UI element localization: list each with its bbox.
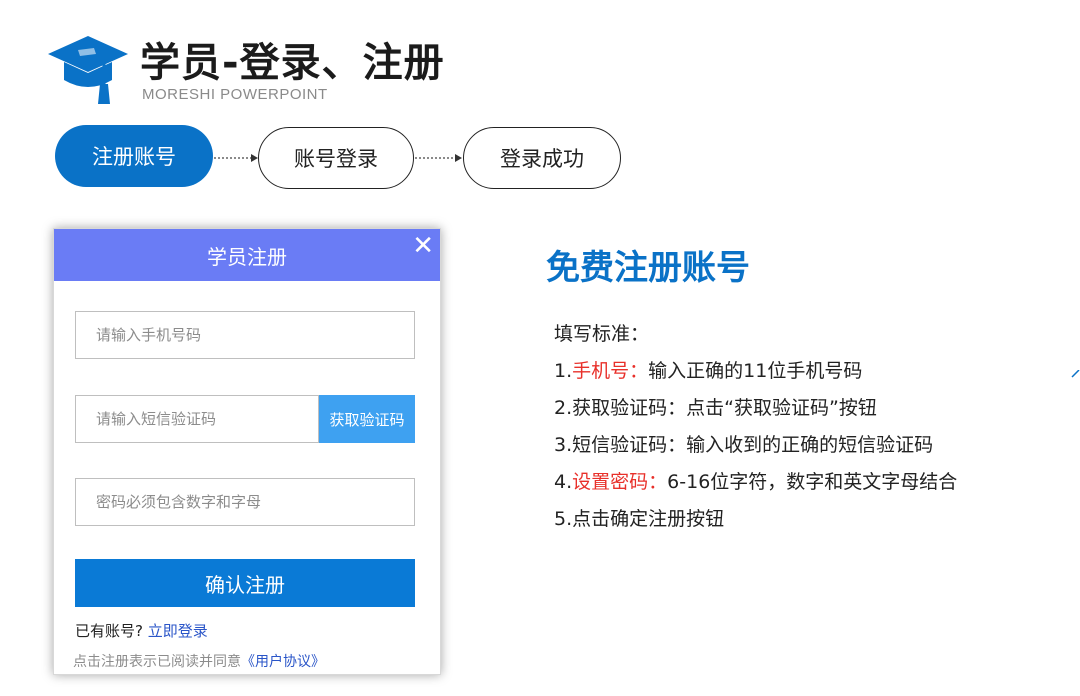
has-account-text: 已有账号? [75,622,143,640]
page-subtitle: MORESHI POWERPOINT [142,86,328,103]
item-text: 输入正确的11位手机号码 [648,360,863,382]
sms-code-input[interactable] [75,395,319,443]
step-success: 登录成功 [463,127,621,189]
info-intro: 填写标准： [554,323,650,345]
agreement-line: 点击注册表示已阅读并同意《用户协议》 [73,651,325,671]
step-login-label: 账号登录 [294,147,378,171]
list-item: 3.短信验证码：输入收到的正确的短信验证码 [554,427,957,464]
step-register-label: 注册账号 [92,145,176,169]
agreement-text: 点击注册表示已阅读并同意 [73,654,241,670]
list-item: 4.设置密码：6-16位字符，数字和英文字母结合 [554,464,957,501]
item-prefix: 1. [554,360,573,382]
arrow-right-icon [415,154,462,162]
item-text: 获取验证码：点击“获取验证码”按钮 [572,397,877,419]
item-text: 6-16位字符，数字和英文字母结合 [667,471,958,493]
password-input[interactable] [75,478,415,526]
item-prefix: 2. [554,397,573,419]
list-item: 5.点击确定注册按钮 [554,501,957,538]
dialog-title: 学员注册 [207,244,287,269]
get-code-button[interactable]: 获取验证码 [319,395,415,443]
dialog-header: 学员注册 ✕ [54,229,440,281]
item-highlight: 设置密码： [572,471,668,493]
phone-input[interactable] [75,311,415,359]
list-item: 2.获取验证码：点击“获取验证码”按钮 [554,390,957,427]
close-icon[interactable]: ✕ [412,231,434,261]
list-item: 1.手机号：输入正确的11位手机号码 [554,353,957,390]
register-dialog: 学员注册 ✕ 获取验证码 确认注册 已有账号? 立即登录 点击注册表示已阅读并同… [53,228,441,675]
has-account-line: 已有账号? 立即登录 [75,620,208,641]
info-list: 填写标准： 1.手机号：输入正确的11位手机号码 2.获取验证码：点击“获取验证… [554,316,957,538]
confirm-register-button[interactable]: 确认注册 [75,559,415,607]
user-agreement-link[interactable]: 《用户协议》 [241,654,325,670]
item-prefix: 3. [554,434,573,456]
decorative-mark [1071,370,1080,378]
graduation-cap-icon [48,36,128,104]
item-highlight: 手机号： [572,360,649,382]
page-title: 学员-登录、注册 [140,40,445,86]
item-text: 点击确定注册按钮 [572,508,725,530]
item-text: 短信验证码：输入收到的正确的短信验证码 [572,434,934,456]
login-now-link[interactable]: 立即登录 [148,622,208,640]
arrow-right-icon [214,154,258,162]
item-prefix: 5. [554,508,573,530]
info-title: 免费注册账号 [546,248,750,288]
step-success-label: 登录成功 [500,147,584,171]
step-register: 注册账号 [55,125,213,187]
step-login: 账号登录 [258,127,414,189]
item-prefix: 4. [554,471,573,493]
